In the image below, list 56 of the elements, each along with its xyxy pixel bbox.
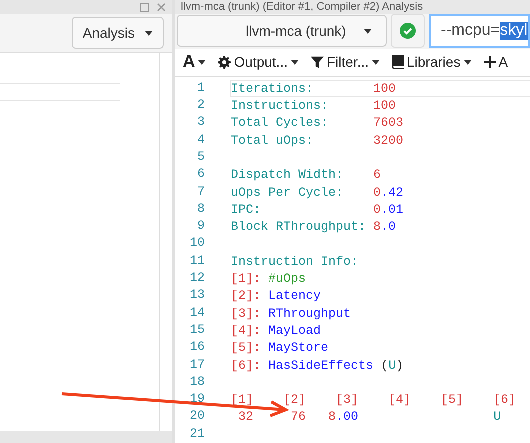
caret-icon bbox=[364, 28, 372, 34]
line-number: 18 bbox=[188, 374, 205, 391]
line-number: 11 bbox=[188, 252, 205, 270]
code-line: Block RThroughput: 8.0 bbox=[231, 220, 396, 234]
code-line: Iterations: 100 bbox=[231, 82, 396, 96]
line-number: 3 bbox=[196, 114, 205, 132]
code-line: [1]: #uOps bbox=[231, 272, 306, 286]
line-number: 5 bbox=[196, 148, 205, 166]
line-number: 15 bbox=[188, 322, 205, 339]
line-number: 21 bbox=[188, 426, 205, 443]
plus-icon bbox=[484, 56, 496, 68]
line-number: 8 bbox=[196, 200, 205, 218]
code-line: IPC: 0.01 bbox=[231, 202, 404, 217]
compiler-select[interactable]: llvm-mca (trunk) bbox=[177, 15, 387, 48]
code-line: [6]: HasSideEffects (U) bbox=[231, 358, 404, 373]
code-line: Instruction Info: bbox=[231, 254, 359, 269]
line-number: 7 bbox=[196, 184, 205, 201]
line-number: 1 bbox=[196, 80, 205, 97]
code-line: uOps Per Cycle: 0.42 bbox=[231, 186, 404, 200]
analysis-button[interactable]: Analysis bbox=[72, 17, 164, 49]
code-line: Total Cycles: 7603 bbox=[231, 116, 404, 130]
line-number: 10 bbox=[188, 235, 205, 252]
status-button[interactable] bbox=[391, 14, 425, 48]
line-number: 6 bbox=[196, 166, 205, 184]
line-number: 2 bbox=[196, 97, 205, 114]
code-line: Dispatch Width: 6 bbox=[231, 168, 382, 182]
maximize-icon[interactable] bbox=[140, 2, 149, 12]
code-line: [3]: RThroughput bbox=[231, 306, 352, 321]
line-number: 13 bbox=[188, 287, 205, 304]
line-number: 9 bbox=[196, 218, 205, 236]
toolbar-button[interactable]: Output... bbox=[218, 54, 299, 70]
code-line: 32 76 8.00 U bbox=[238, 410, 502, 424]
code-line: [2]: Latency bbox=[231, 289, 322, 304]
line-number: 16 bbox=[188, 339, 205, 356]
code-line: Instructions: 100 bbox=[231, 99, 396, 114]
close-icon[interactable] bbox=[157, 2, 166, 12]
line-number: 4 bbox=[196, 132, 205, 149]
toolbar-button[interactable]: Libraries bbox=[392, 54, 472, 70]
line-number: 14 bbox=[188, 304, 205, 322]
line-number: 19 bbox=[188, 391, 205, 408]
font-size-button[interactable]: A bbox=[183, 52, 206, 72]
gear-icon bbox=[218, 56, 232, 69]
caret-icon bbox=[145, 30, 153, 36]
code-line: [1] [2] [3] [4] [5] [6] bbox=[231, 393, 516, 408]
code-line: Total uOps: 3200 bbox=[231, 134, 404, 148]
check-circle-icon bbox=[400, 23, 416, 40]
toolbar-button[interactable]: A bbox=[484, 54, 508, 70]
book-icon bbox=[392, 55, 404, 70]
line-number: 12 bbox=[188, 270, 205, 288]
filter-icon bbox=[310, 56, 324, 69]
compiler-options-field[interactable]: --mcpu=skyl bbox=[429, 14, 530, 48]
line-number: 17 bbox=[188, 356, 205, 374]
code-line: [5]: MayStore bbox=[231, 341, 329, 356]
line-number: 20 bbox=[188, 408, 205, 426]
code-line: [4]: MayLoad bbox=[231, 324, 322, 338]
toolbar-button[interactable]: Filter... bbox=[310, 54, 380, 70]
